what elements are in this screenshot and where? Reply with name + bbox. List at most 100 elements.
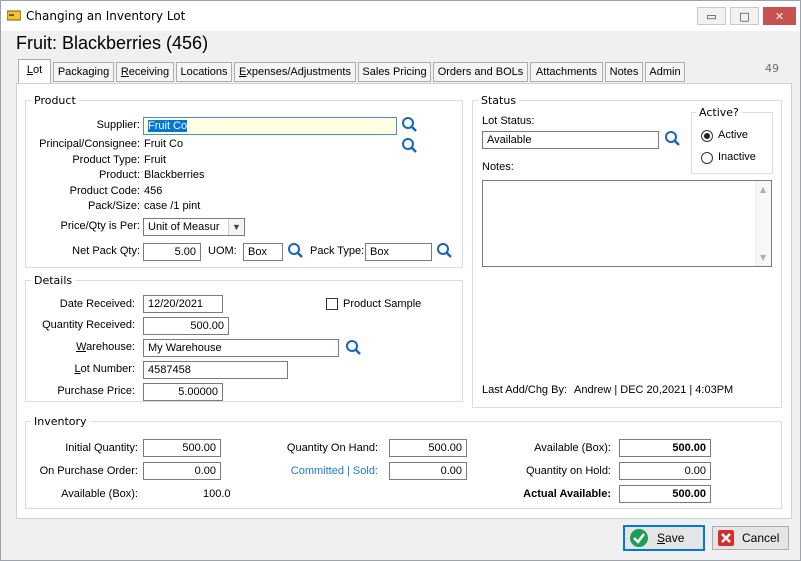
supplier-field[interactable]: Fruit Co	[143, 117, 397, 135]
initial-quantity-field[interactable]: 500.00	[143, 439, 221, 457]
tab-receiving[interactable]: Receiving	[116, 62, 174, 82]
inactive-radio[interactable]	[701, 152, 713, 164]
warehouse-label: Warehouse:	[76, 341, 135, 353]
tab-notes[interactable]: Notes	[605, 62, 643, 82]
product-group: Product Supplier: Fruit Co Principal/Con…	[25, 94, 463, 268]
quantity-received-label: Quantity Received:	[42, 319, 135, 331]
app-icon	[7, 10, 21, 21]
principal-value: Fruit Co	[144, 138, 184, 150]
price-qty-select[interactable]: Unit of Measur ▼	[143, 218, 245, 236]
available-box-label: Available (Box):	[61, 488, 138, 500]
actual-available-field[interactable]: 500.00	[619, 485, 711, 503]
lot-status-label: Lot Status:	[482, 115, 535, 127]
principal-lookup-button[interactable]	[400, 137, 418, 155]
quantity-on-hand-field[interactable]: 500.00	[389, 439, 467, 457]
product-type-label: Product Type:	[72, 154, 140, 166]
minimize-button[interactable]: ▭	[697, 7, 726, 25]
pack-type-label: Pack Type:	[310, 245, 365, 257]
purchase-price-field[interactable]: 5.00000	[143, 383, 223, 401]
tab-orders-and-bols[interactable]: Orders and BOLs	[433, 62, 528, 82]
available-box-value: 100.0	[203, 488, 231, 500]
chevron-down-icon: ▼	[228, 219, 244, 235]
tab-lot[interactable]: Lot	[18, 59, 51, 84]
checkmark-icon	[630, 529, 648, 547]
quantity-on-hold-field[interactable]: 0.00	[619, 462, 711, 480]
search-icon	[288, 243, 303, 258]
tab-sales-pricing[interactable]: Sales Pricing	[358, 62, 431, 82]
tab-expenses-adjustments[interactable]: Expenses/Adjustments	[234, 62, 356, 82]
product-label: Product:	[99, 169, 140, 181]
search-icon	[346, 340, 361, 355]
close-icon: ✕	[774, 9, 785, 23]
price-qty-label: Price/Qty is Per:	[60, 220, 140, 232]
tab-attachments[interactable]: Attachments	[530, 62, 603, 82]
inventory-group: Inventory Initial Quantity: 500.00 On Pu…	[25, 415, 782, 509]
scroll-down-icon: ▼	[760, 253, 767, 262]
search-icon	[665, 131, 680, 146]
cancel-x-icon	[718, 530, 734, 546]
available-box-2-field[interactable]: 500.00	[619, 439, 711, 457]
uom-lookup-button[interactable]	[286, 242, 304, 260]
pack-size-label: Pack/Size:	[88, 200, 140, 212]
supplier-label: Supplier:	[96, 119, 140, 131]
cancel-button[interactable]: Cancel	[712, 526, 789, 550]
last-change-label: Last Add/Chg By:	[482, 384, 567, 396]
scroll-up-icon: ▲	[760, 185, 767, 194]
uom-label: UOM:	[208, 245, 237, 257]
tab-locations[interactable]: Locations	[176, 62, 232, 82]
details-group-title: Details	[31, 274, 76, 287]
cancel-button-label: Cancel	[742, 531, 780, 545]
record-counter: 49	[765, 62, 779, 75]
uom-field[interactable]: Box	[243, 243, 283, 261]
supplier-lookup-button[interactable]	[400, 116, 418, 134]
quantity-received-field[interactable]: 500.00	[143, 317, 229, 335]
initial-quantity-label: Initial Quantity:	[65, 442, 138, 454]
active-group-title: Active?	[696, 106, 742, 119]
product-type-value: Fruit	[144, 154, 166, 166]
actual-available-label: Actual Available:	[523, 488, 611, 500]
inactive-radio-label: Inactive	[718, 151, 756, 163]
lot-status-field[interactable]: Available	[482, 131, 659, 149]
on-purchase-order-label: On Purchase Order:	[39, 465, 138, 477]
status-group: Status Lot Status: Available Active? Act…	[472, 94, 782, 408]
lot-status-lookup-button[interactable]	[663, 130, 681, 148]
on-purchase-order-field[interactable]: 0.00	[143, 462, 221, 480]
pack-type-field[interactable]: Box	[365, 243, 432, 261]
pack-type-lookup-button[interactable]	[435, 242, 453, 260]
available-box-2-label: Available (Box):	[534, 442, 611, 454]
net-pack-field[interactable]: 5.00	[143, 243, 201, 261]
committed-sold-link[interactable]: Committed | Sold:	[291, 465, 378, 477]
pack-size-value: case /1 pint	[144, 200, 201, 212]
committed-sold-field[interactable]: 0.00	[389, 462, 467, 480]
purchase-price-label: Purchase Price:	[57, 385, 135, 397]
active-radio-label: Active	[718, 129, 748, 141]
product-sample-label: Product Sample	[343, 298, 422, 310]
last-change-value: Andrew | DEC 20,2021 | 4:03PM	[574, 384, 734, 396]
inventory-group-title: Inventory	[31, 415, 90, 428]
date-received-field[interactable]: 12/20/2021	[143, 295, 223, 313]
tab-admin[interactable]: Admin	[645, 62, 685, 82]
tab-packaging[interactable]: Packaging	[53, 62, 114, 82]
status-group-title: Status	[478, 94, 520, 107]
warehouse-field[interactable]: My Warehouse	[143, 339, 339, 357]
product-sample-checkbox[interactable]	[326, 298, 338, 310]
lot-number-field[interactable]: 4587458	[143, 361, 288, 379]
notes-scrollbar[interactable]: ▲ ▼	[755, 181, 771, 266]
active-group: Active? Active Inactive	[691, 106, 773, 174]
save-button[interactable]: Save	[623, 525, 705, 551]
save-button-label: Save	[657, 531, 685, 545]
maximize-icon: □	[739, 9, 750, 23]
warehouse-lookup-button[interactable]	[344, 339, 362, 357]
date-received-label: Date Received:	[59, 298, 135, 310]
product-group-title: Product	[31, 94, 79, 107]
dialog-window: Changing an Inventory Lot ▭ □ ✕ Fruit: B…	[0, 0, 801, 561]
notes-textarea[interactable]: ▲ ▼	[482, 180, 772, 267]
window-title: Changing an Inventory Lot	[26, 9, 186, 23]
details-group: Details Date Received: 12/20/2021 Produc…	[25, 274, 463, 402]
product-code-value: 456	[144, 185, 163, 197]
net-pack-label: Net Pack Qty:	[72, 245, 140, 257]
quantity-on-hand-label: Quantity On Hand:	[286, 442, 378, 454]
maximize-button[interactable]: □	[730, 7, 759, 25]
active-radio[interactable]	[701, 130, 713, 142]
close-button[interactable]: ✕	[763, 7, 796, 25]
